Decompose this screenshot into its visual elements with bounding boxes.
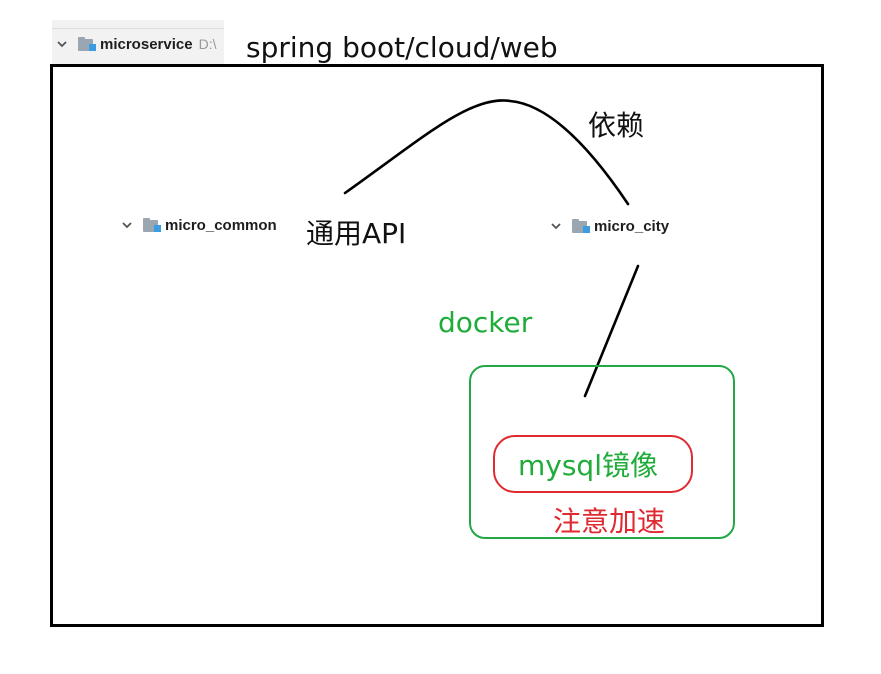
tree-node-label: micro_city — [594, 217, 670, 235]
module-folder-icon — [572, 219, 590, 233]
tree-node-path: D:\ — [198, 36, 217, 52]
tree-node-micro-city[interactable]: micro_city — [550, 217, 669, 235]
tree-node-label: microservice — [100, 35, 193, 53]
system-frame — [50, 64, 824, 627]
tree-node-label: micro_common — [165, 216, 277, 234]
dependency-label: 依赖 — [588, 109, 645, 142]
docker-label: docker — [438, 306, 533, 339]
tree-node-microservice[interactable]: microservice D:\ — [56, 35, 216, 53]
chevron-down-icon[interactable] — [550, 220, 562, 232]
diagram-title: spring boot/cloud/web — [246, 31, 558, 64]
acceleration-note: 注意加速 — [553, 505, 666, 538]
common-api-label: 通用API — [306, 217, 407, 250]
module-folder-icon — [78, 37, 96, 51]
chevron-down-icon[interactable] — [56, 38, 68, 50]
tree-divider — [52, 28, 224, 29]
chevron-down-icon[interactable] — [121, 219, 133, 231]
module-folder-icon — [143, 218, 161, 232]
mysql-image-label: mysql镜像 — [518, 449, 658, 482]
tree-node-micro-common[interactable]: micro_common — [121, 216, 277, 234]
